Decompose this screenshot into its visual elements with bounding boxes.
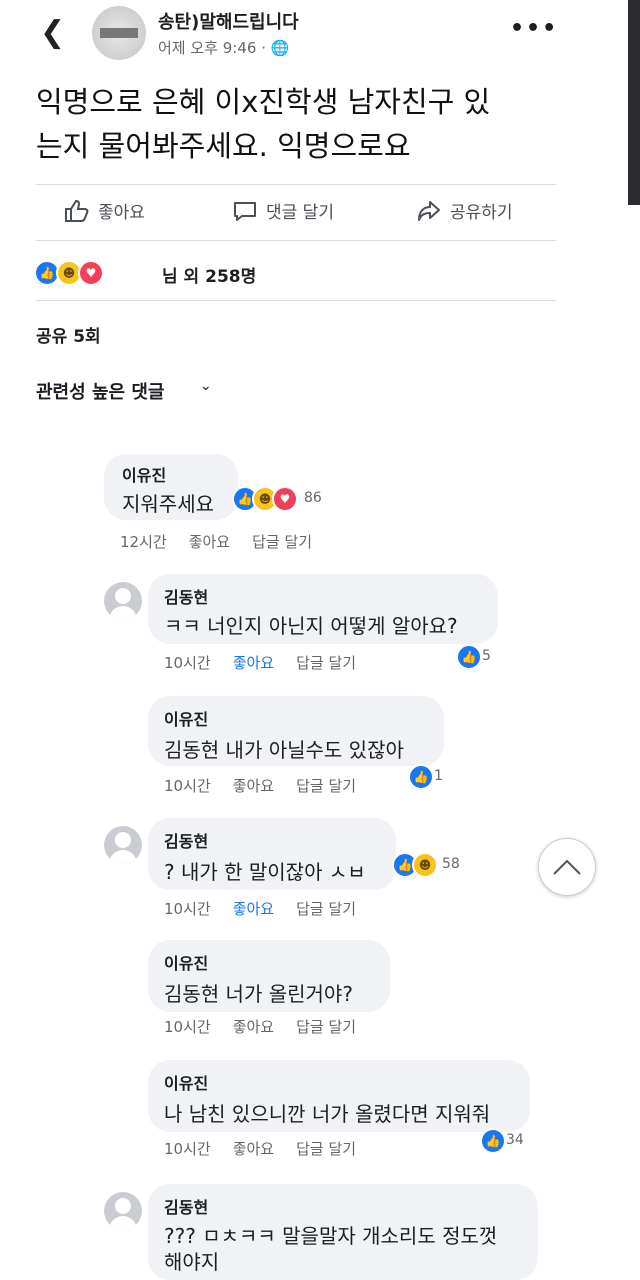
like-reaction-icon[interactable]: 👍	[480, 1128, 506, 1154]
comment-text: 나 남친 있으니깐 너가 올렸다면 지워줘	[164, 1102, 491, 1126]
comment-text: ??? ㅁㅊㅋㅋ 말을말자 개소리도 정도껏	[164, 1224, 498, 1248]
comment-button[interactable]: 댓글 달기	[232, 198, 334, 223]
like-reaction-icon[interactable]: 👍	[456, 644, 482, 670]
comment-meta: 10시간 좋아요 답글 달기	[164, 775, 356, 796]
reaction-count: 58	[442, 856, 460, 872]
comment-reactions[interactable]: 👍 ☻	[392, 852, 442, 878]
comment-time: 10시간	[164, 1140, 211, 1158]
share-count[interactable]: 공유 5회	[36, 322, 101, 347]
chevron-up-icon	[553, 859, 581, 875]
comment-meta: 12시간 좋아요 답글 달기	[120, 531, 312, 552]
comment-text: 김동현 너가 올린거야?	[164, 982, 353, 1006]
comment-author[interactable]: 이유진	[164, 706, 208, 730]
comment-meta: 10시간 좋아요 답글 달기	[164, 1138, 356, 1159]
comment-text: ? 내가 한 말이잖아 ㅅㅂ	[164, 860, 366, 884]
comment-like-link[interactable]: 좋아요	[189, 531, 230, 552]
comment-author[interactable]: 이유진	[164, 950, 208, 974]
avatar[interactable]	[104, 1192, 142, 1230]
reaction-summary[interactable]: 님 외 258명	[162, 262, 256, 287]
comment-meta: 10시간 좋아요 답글 달기	[164, 652, 356, 673]
comment-meta: 10시간 좋아요 답글 달기	[164, 1016, 356, 1037]
like-reaction-icon[interactable]: 👍	[408, 764, 434, 790]
comment-time: 10시간	[164, 900, 211, 918]
comment-time: 12시간	[120, 533, 167, 551]
comment-reply-link[interactable]: 답글 달기	[252, 531, 312, 552]
avatar[interactable]	[104, 826, 142, 864]
chevron-down-icon[interactable]: ⌄	[200, 378, 212, 394]
comment-reply-link[interactable]: 답글 달기	[296, 652, 356, 673]
share-button[interactable]: 공유하기	[416, 198, 513, 223]
comment-text: ㅋㅋ 너인지 아닌지 어떻게 알아요?	[164, 614, 458, 638]
scroll-up-button[interactable]	[538, 838, 596, 896]
comment-sort-label[interactable]: 관련성 높은 댓글	[36, 378, 164, 404]
comment-reply-link[interactable]: 답글 달기	[296, 775, 356, 796]
divider	[36, 300, 556, 301]
comment-like-link[interactable]: 좋아요	[233, 898, 274, 919]
more-options-icon[interactable]: •••	[510, 16, 558, 41]
post-time: 어제 오후 9:46 · 🌐	[158, 39, 290, 57]
love-reaction-icon: ♥	[272, 486, 298, 512]
comment-author[interactable]: 이유진	[122, 462, 166, 486]
comment-reply-link[interactable]: 답글 달기	[296, 1138, 356, 1159]
comment-time: 10시간	[164, 654, 211, 672]
comment-reply-link[interactable]: 답글 달기	[296, 898, 356, 919]
comment-like-link[interactable]: 좋아요	[233, 652, 274, 673]
reaction-icons[interactable]: 👍 ☻ ♥	[34, 260, 114, 286]
comment-like-link[interactable]: 좋아요	[233, 1016, 274, 1037]
comment-reactions[interactable]: 👍 ☻ ♥	[232, 486, 312, 512]
comment-meta: 10시간 좋아요 답글 달기	[164, 898, 356, 919]
globe-icon: 🌐	[270, 39, 290, 57]
comment-author[interactable]: 김동현	[164, 828, 208, 852]
comment-text: 김동현 내가 아닐수도 있잖아	[164, 738, 404, 762]
love-reaction-icon: ♥	[78, 260, 104, 286]
comment-time: 10시간	[164, 1018, 211, 1036]
post-text: 익명으로 은혜 이x진학생 남자친구 있 는지 물어봐주세요. 익명으로요	[36, 85, 491, 163]
page-avatar[interactable]	[92, 6, 146, 60]
haha-reaction-icon: ☻	[412, 852, 438, 878]
back-arrow-icon[interactable]: ❮	[40, 18, 65, 48]
comment-like-link[interactable]: 좋아요	[233, 1138, 274, 1159]
comment-text: 지워주세요	[122, 492, 214, 516]
page-name[interactable]: 송탄)말해드립니다	[158, 8, 299, 34]
divider	[36, 184, 556, 185]
reaction-count: 5	[482, 648, 491, 664]
thumbs-up-icon	[65, 199, 89, 222]
comment-reply-link[interactable]: 답글 달기	[296, 1016, 356, 1037]
reaction-count: 34	[506, 1132, 524, 1148]
comment-icon	[234, 201, 256, 221]
comment-author[interactable]: 김동현	[164, 1194, 208, 1218]
comment-text: 해야지	[164, 1250, 220, 1274]
avatar[interactable]	[104, 582, 142, 620]
divider	[36, 240, 556, 241]
reaction-count: 1	[434, 768, 443, 784]
background-strip	[628, 0, 640, 205]
comment-time: 10시간	[164, 777, 211, 795]
comment-like-link[interactable]: 좋아요	[233, 775, 274, 796]
like-button[interactable]: 좋아요	[64, 198, 145, 223]
reaction-count: 86	[304, 490, 322, 506]
comment-author[interactable]: 김동현	[164, 584, 208, 608]
comment-author[interactable]: 이유진	[164, 1070, 208, 1094]
share-icon	[418, 200, 440, 221]
